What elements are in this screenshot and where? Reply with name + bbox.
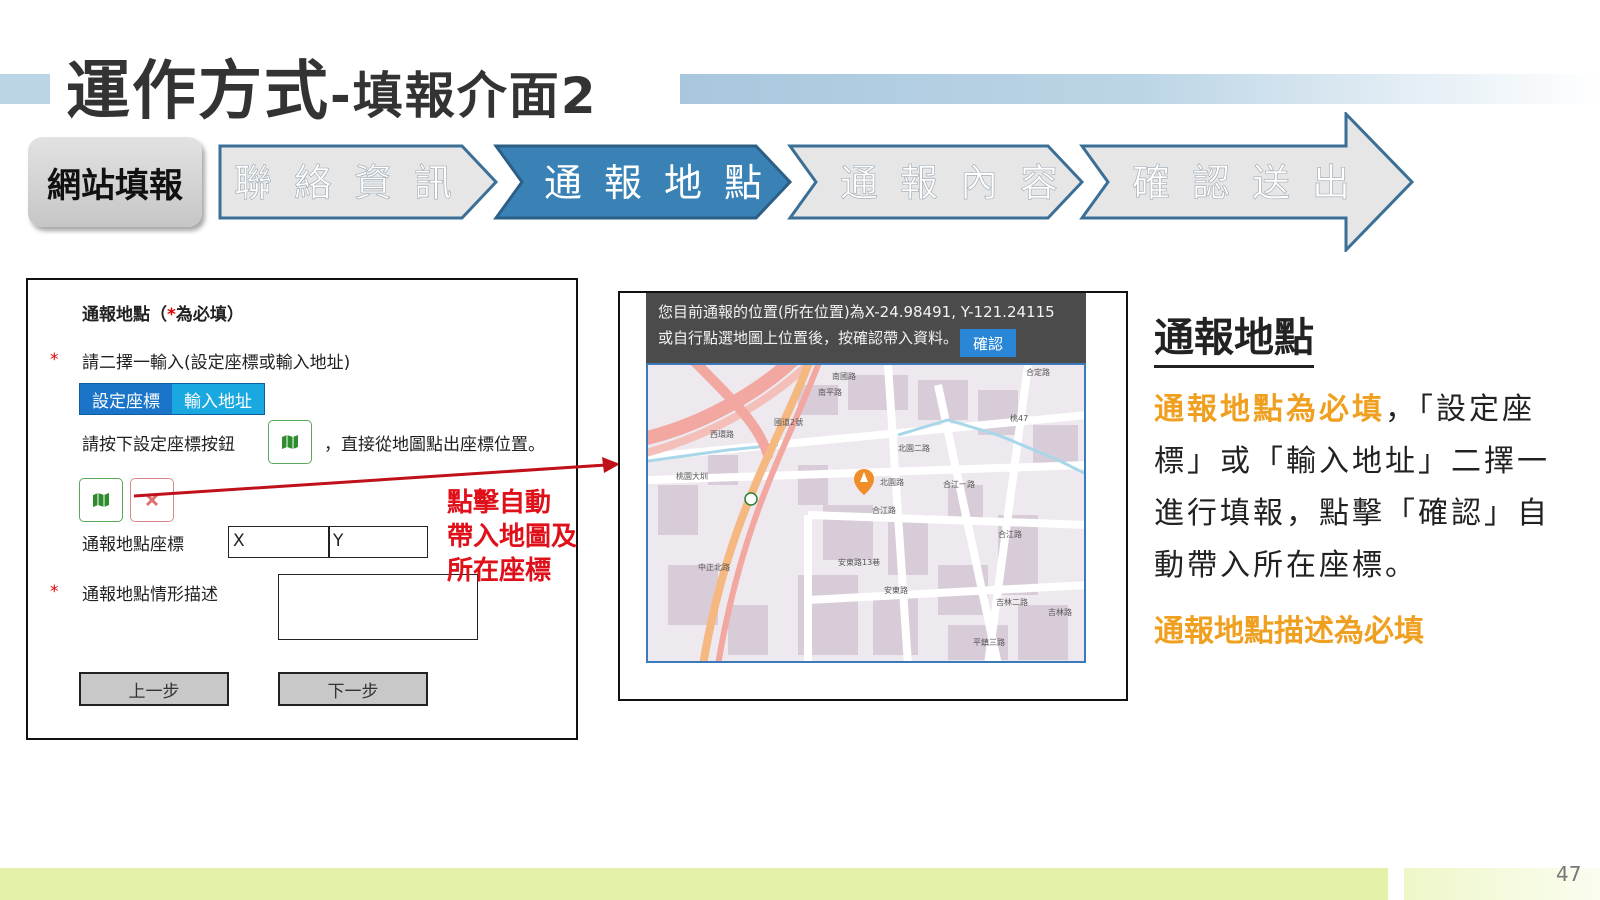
annotation-line-2: 帶入地圖及	[447, 522, 578, 552]
form-heading: 通報地點（*為必填）	[82, 300, 244, 325]
input-mode-tabs: 設定座標 輸入地址	[79, 383, 265, 415]
title-accent-left	[0, 74, 50, 104]
map-view[interactable]: 合定路 南國路 桃47 北園二路 合江一路 合江路 北園路 合江路 安東路 吉林…	[646, 363, 1086, 663]
description-required-note: 通報地點描述為必填	[1154, 614, 1424, 649]
instruction-prefix: 請按下設定座標按鈕	[82, 435, 235, 455]
map-icon	[93, 493, 109, 507]
map-pick-button[interactable]	[79, 478, 123, 522]
svg-text:合定路: 合定路	[1026, 367, 1050, 377]
footer-bar	[0, 868, 1388, 900]
svg-text:西環路: 西環路	[710, 429, 734, 439]
svg-text:合江路: 合江路	[872, 505, 896, 515]
map-header: 您目前通報的位置(所在位置)為X-24.98491, Y-121.24115 或…	[646, 293, 1086, 363]
form-heading-prefix: 通報地點（	[82, 305, 167, 325]
coordinate-label: 通報地點座標	[82, 535, 184, 555]
y-coordinate-input[interactable]: Y	[328, 526, 428, 558]
svg-text:平鎮三路: 平鎮三路	[973, 637, 1005, 647]
tab-set-coordinates[interactable]: 設定座標	[80, 384, 172, 414]
svg-text:中正北路: 中正北路	[698, 562, 730, 572]
required-star: *	[50, 582, 59, 602]
confirm-button[interactable]: 確認	[960, 329, 1016, 357]
svg-text:桃園大圳: 桃園大圳	[676, 471, 708, 481]
map-canvas[interactable]: 合定路 南國路 桃47 北園二路 合江一路 合江路 北園路 合江路 安東路 吉林…	[648, 365, 1086, 663]
svg-text:安東路: 安東路	[884, 585, 908, 595]
choose-label: 請二擇一輸入(設定座標或輸入地址)	[82, 353, 351, 373]
step-content-label: 通報內容	[840, 161, 1080, 205]
svg-text:北園路: 北園路	[880, 477, 904, 487]
svg-text:南平路: 南平路	[818, 387, 842, 397]
step-submit-label: 確認送出	[1132, 161, 1372, 205]
annotation-text: 點擊自動 帶入地圖及 所在座標	[447, 486, 577, 588]
svg-text:吉林路: 吉林路	[1048, 607, 1072, 617]
process-flow: 聯絡資訊 通報地點 通報內容 確認送出	[218, 112, 1415, 252]
step-contact-label: 聯絡資訊	[234, 161, 474, 205]
annotation-line-1: 點擊自動	[447, 488, 552, 518]
svg-text:合江路: 合江路	[998, 529, 1022, 539]
x-coordinate-input[interactable]: X	[228, 526, 330, 558]
svg-text:南國路: 南國路	[832, 371, 856, 381]
map-panel: 您目前通報的位置(所在位置)為X-24.98491, Y-121.24115 或…	[618, 291, 1128, 701]
instruction-suffix: ，直接從地圖點出座標位置。	[324, 435, 545, 455]
required-star: *	[167, 305, 176, 325]
svg-text:合江一路: 合江一路	[943, 479, 975, 489]
description-label: 通報地點情形描述	[82, 585, 218, 605]
tab-enter-address[interactable]: 輸入地址	[172, 384, 264, 414]
title-accent-right	[680, 74, 1600, 104]
next-button[interactable]: 下一步	[278, 672, 428, 706]
svg-text:北園二路: 北園二路	[898, 443, 930, 453]
svg-text:桃47: 桃47	[1010, 413, 1028, 423]
annotation-line-3: 所在座標	[447, 556, 552, 586]
required-star: *	[50, 350, 59, 370]
page-number: 47	[1556, 862, 1582, 886]
svg-text:吉林二路: 吉林二路	[996, 597, 1028, 607]
svg-text:安東路13巷: 安東路13巷	[838, 557, 880, 567]
svg-text:國道2號: 國道2號	[774, 417, 803, 427]
section-title: 通報地點	[1154, 305, 1314, 368]
flow-label: 網站填報	[28, 137, 202, 227]
step-location-label: 通報地點	[544, 161, 784, 205]
required-note: 通報地點為必填	[1154, 392, 1385, 427]
prev-button[interactable]: 上一步	[79, 672, 229, 706]
position-text: 您目前通報的位置(所在位置)為X-24.98491, Y-121.24115	[658, 303, 1055, 321]
form-heading-suffix: 為必填）	[175, 305, 244, 325]
map-icon	[282, 435, 298, 449]
section-description: 通報地點為必填，「設定座標」或「輸入地址」二擇一進行填報，點擊「確認」自動帶入所…	[1154, 384, 1554, 592]
